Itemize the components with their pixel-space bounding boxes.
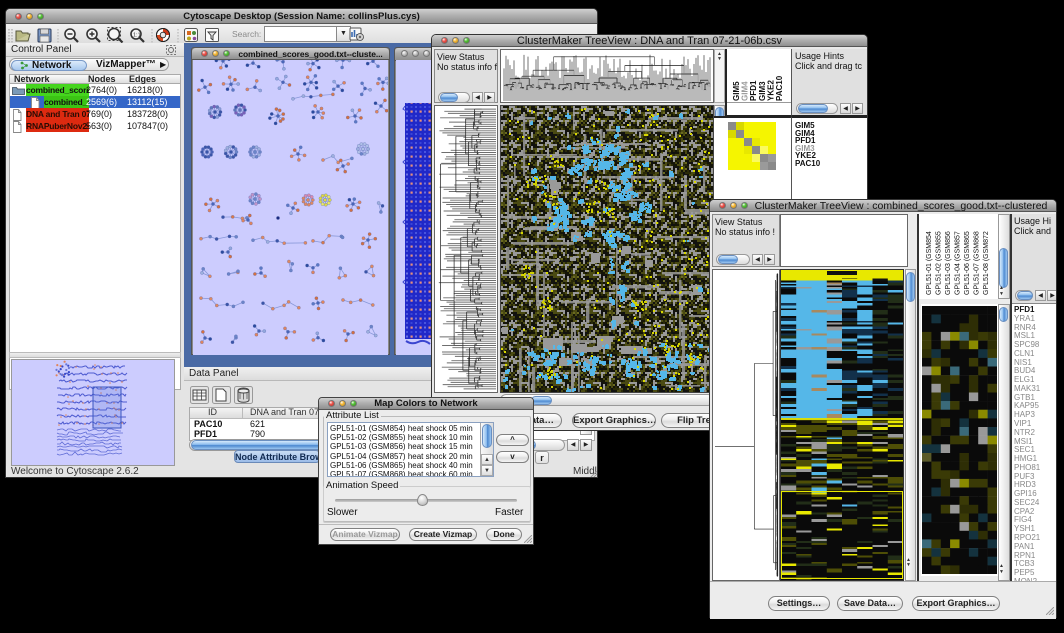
svg-text:GPL51-01 (GSM854: GPL51-01 (GSM854: [926, 231, 933, 295]
svg-text:GPL51-02 (GSM855: GPL51-02 (GSM855: [936, 231, 943, 295]
svg-text:1:1: 1:1: [133, 33, 141, 39]
svg-text:GPL51-06 (GSM865: GPL51-06 (GSM865: [964, 231, 971, 295]
svg-text:GPL51-07 (GSM868: GPL51-07 (GSM868: [974, 231, 981, 295]
svg-text:GPL51-04 (GSM857: GPL51-04 (GSM857: [955, 231, 962, 295]
svg-text:PAC10: PAC10: [775, 75, 784, 101]
svg-text:GPL51-03 (GSM856: GPL51-03 (GSM856: [945, 231, 952, 295]
svg-text:GPL51-08 (GSM872: GPL51-08 (GSM872: [983, 231, 990, 295]
